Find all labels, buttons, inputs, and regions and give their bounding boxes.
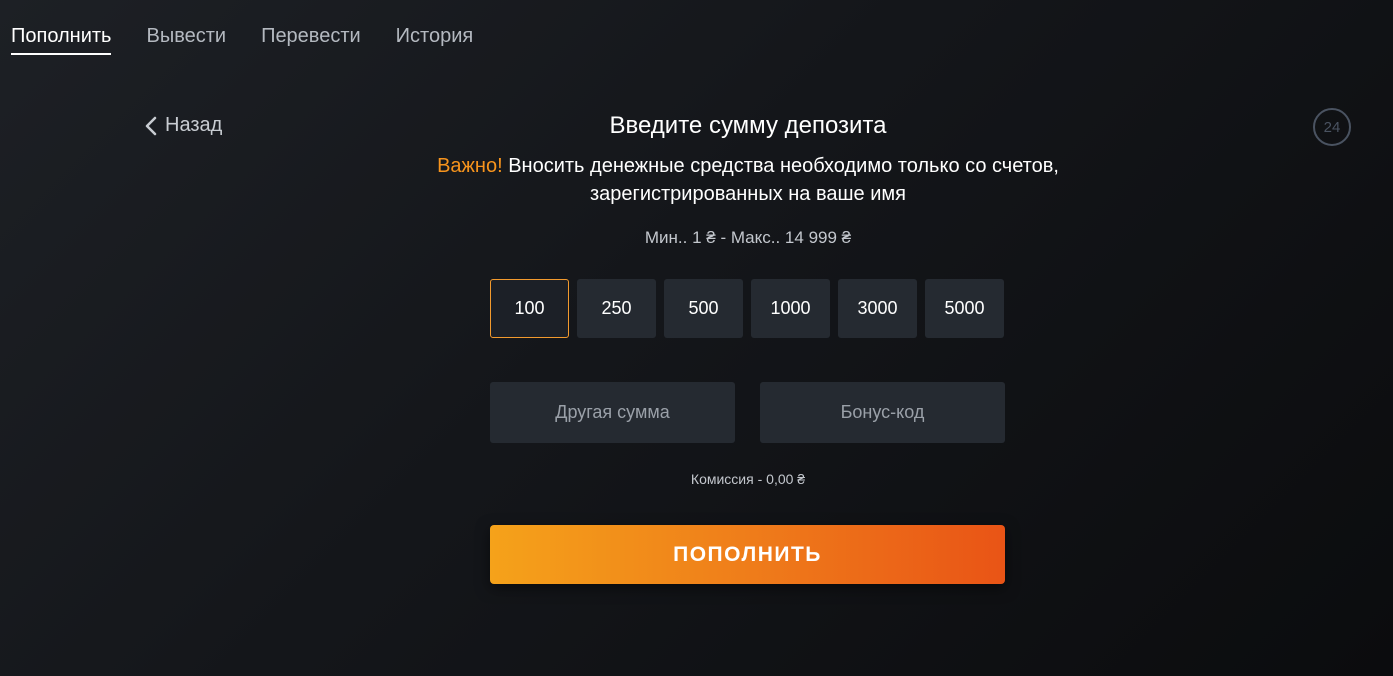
amount-option-500[interactable]: 500 [664,279,743,338]
deposit-submit-button[interactable]: ПОПОЛНИТЬ [490,525,1005,584]
quick-amounts: 100 250 500 1000 3000 5000 [490,279,1004,338]
amount-option-3000[interactable]: 3000 [838,279,917,338]
other-amount-input[interactable] [490,382,735,443]
tab-withdraw[interactable]: Вывести [146,24,226,55]
amount-option-100[interactable]: 100 [490,279,569,338]
amount-option-1000[interactable]: 1000 [751,279,830,338]
amount-option-250[interactable]: 250 [577,279,656,338]
deposit-inputs [490,382,1005,443]
tab-history[interactable]: История [396,24,474,55]
bonus-code-input[interactable] [760,382,1005,443]
commission-text: Комиссия - 0,00 ₴ [690,471,806,487]
tab-deposit[interactable]: Пополнить [11,24,112,55]
tab-transfer[interactable]: Перевести [261,24,361,55]
warning-text-line2: зарегистрированных на ваше имя [590,183,906,205]
deposit-limits: Мин.. 1 ₴ - Макс.. 14 999 ₴ [644,228,852,247]
amount-option-5000[interactable]: 5000 [925,279,1004,338]
warning-accent: Важно! [437,155,503,177]
warning-notice: Важно! Вносить денежные средства необход… [0,152,1393,208]
page-title: Введите сумму депозита [609,112,887,139]
deposit-tabs: Пополнить Вывести Перевести История [11,24,473,55]
warning-text: Вносить денежные средства необходимо тол… [508,155,1059,177]
